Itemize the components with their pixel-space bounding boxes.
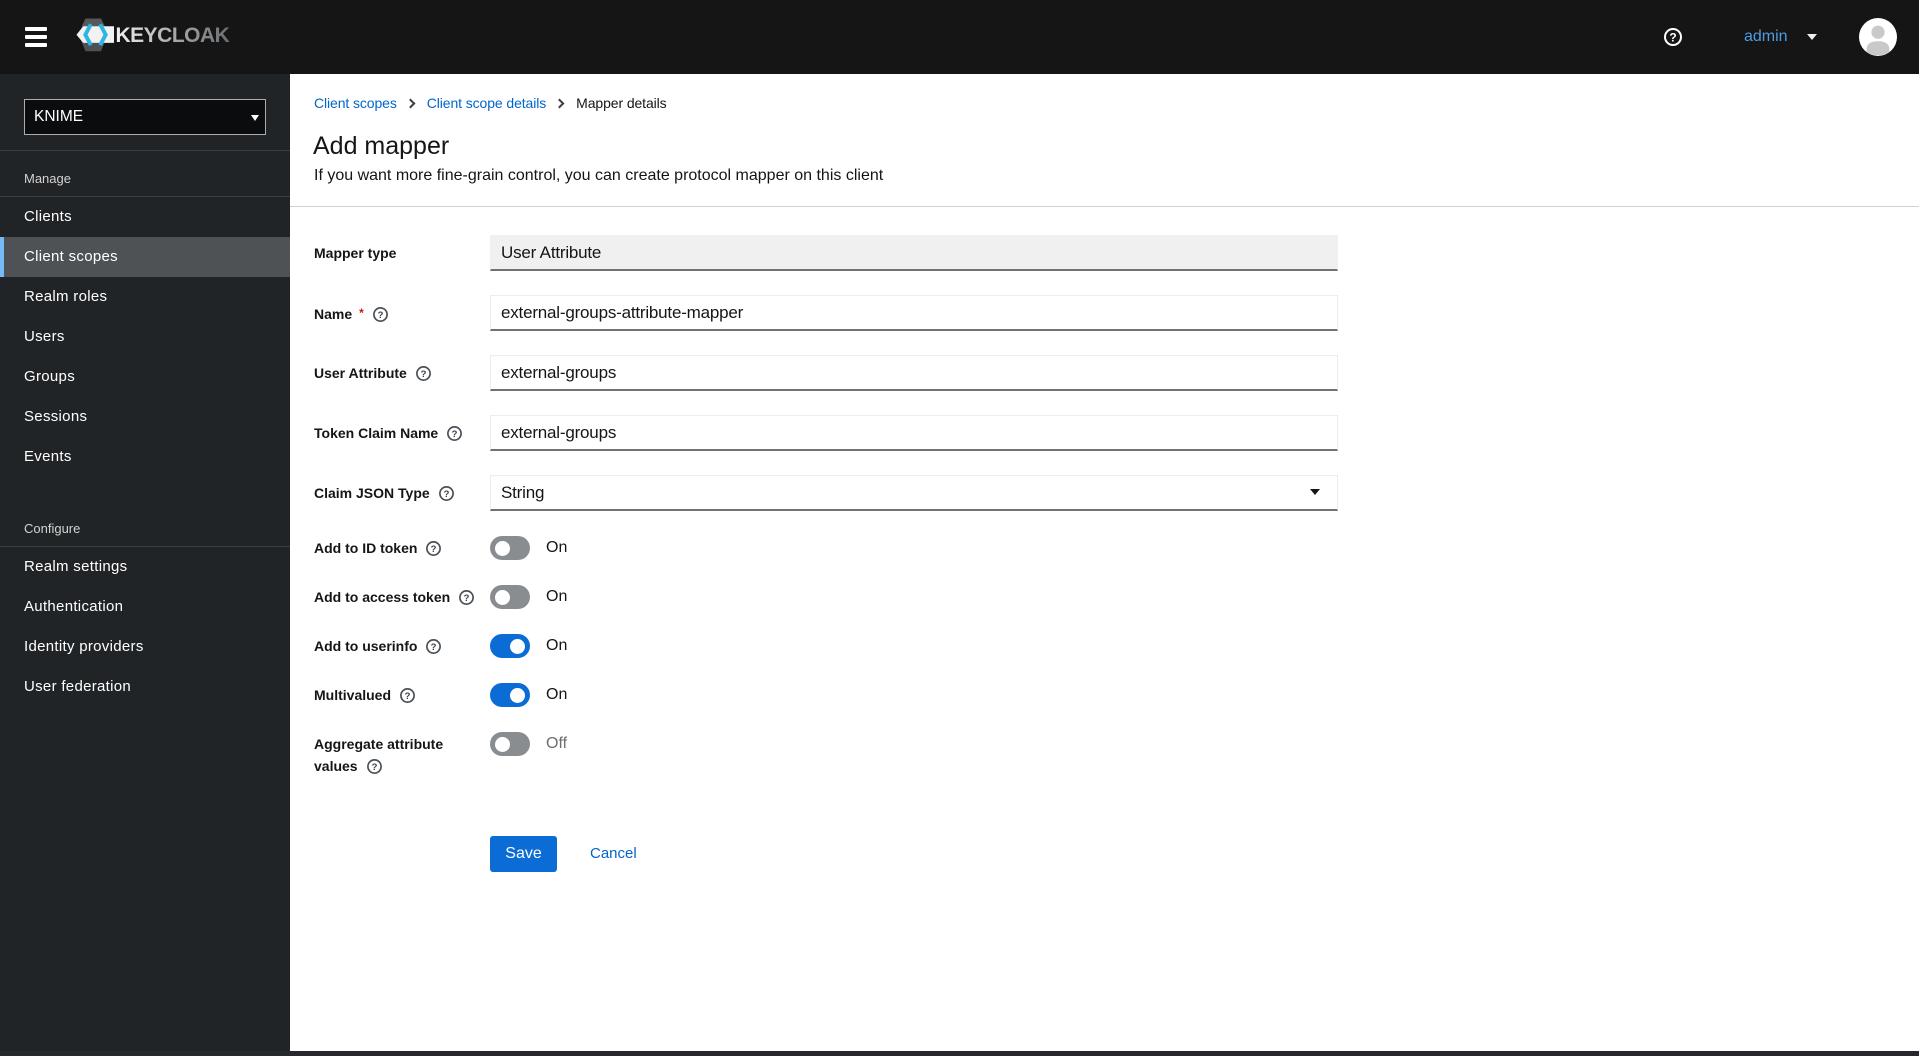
svg-text:?: ? <box>420 369 426 380</box>
svg-text:?: ? <box>431 544 437 555</box>
svg-text:?: ? <box>405 691 411 702</box>
svg-text:?: ? <box>464 593 470 604</box>
svg-text:?: ? <box>443 489 449 500</box>
svg-text:?: ? <box>1669 31 1676 45</box>
svg-text:KEYCLOAK: KEYCLOAK <box>116 24 230 47</box>
svg-text:?: ? <box>431 642 437 653</box>
svg-text:?: ? <box>371 762 377 773</box>
svg-text:?: ? <box>452 429 458 440</box>
svg-text:?: ? <box>377 310 383 321</box>
